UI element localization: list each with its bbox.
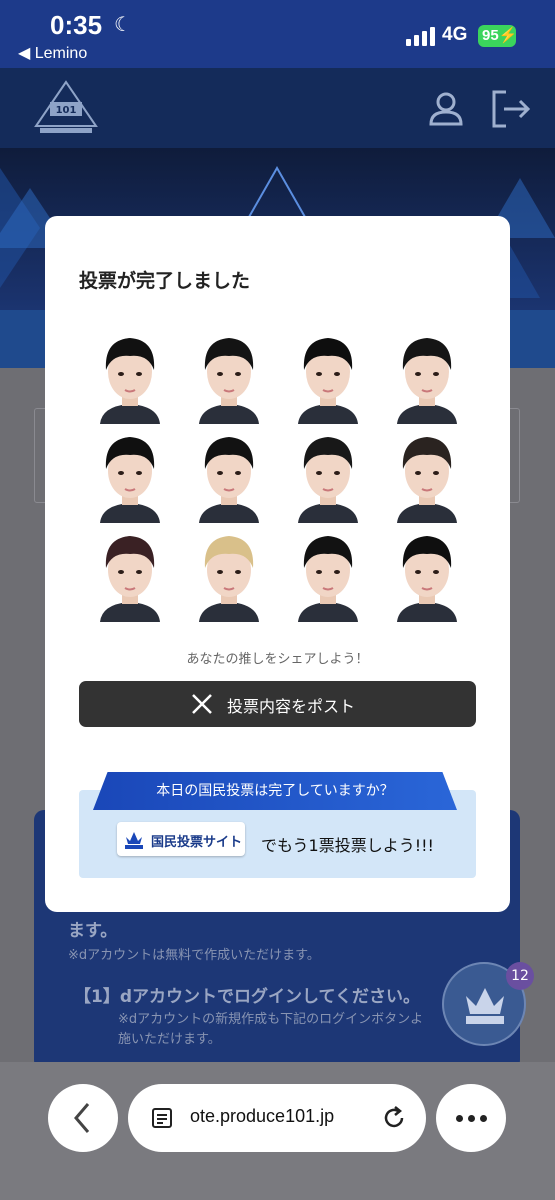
- trainee-photo: [90, 524, 170, 622]
- trainee-photo: [387, 425, 467, 523]
- browser-back-button[interactable]: [48, 1084, 118, 1152]
- ballot-box-icon: [125, 832, 143, 849]
- cta-text: でもう1票投票しよう!!!: [261, 836, 434, 855]
- user-icon[interactable]: [426, 90, 466, 130]
- info-text: ます。: [68, 921, 118, 941]
- trainee-photo: [387, 326, 467, 424]
- produce101-logo[interactable]: 101: [30, 80, 102, 138]
- trainee-photo: [387, 524, 467, 622]
- trainee-photo: [288, 425, 368, 523]
- trainee-photo: [189, 524, 269, 622]
- signal-icon: [406, 26, 436, 46]
- national-vote-site-button[interactable]: 国民投票サイト: [117, 822, 245, 856]
- modal-title: 投票が完了しました: [79, 270, 251, 292]
- more-options-button[interactable]: [436, 1084, 506, 1152]
- reload-icon[interactable]: [380, 1104, 408, 1132]
- cta-ribbon: 本日の国民投票は完了していますか？: [93, 772, 457, 810]
- svg-text:101: 101: [56, 105, 77, 116]
- info-note: ※dアカウントは無料で作成いただけます。: [68, 948, 320, 963]
- post-button-label: 投票内容をポスト: [227, 697, 356, 716]
- crown-ballot-icon: [466, 988, 504, 1024]
- trainee-photo: [189, 425, 269, 523]
- logout-icon[interactable]: [488, 88, 532, 130]
- network-type: 4G: [442, 24, 468, 45]
- trainee-photo: [189, 326, 269, 424]
- reader-mode-icon[interactable]: [150, 1106, 176, 1132]
- address-bar[interactable]: ote.produce101.jp: [128, 1084, 426, 1152]
- post-to-x-button[interactable]: 投票内容をポスト: [79, 681, 476, 727]
- fab-count-badge: 12: [506, 962, 534, 990]
- moon-icon: ☾: [114, 12, 132, 36]
- ellipsis-icon: [456, 1115, 492, 1122]
- share-prompt: あなたの推しをシェアしよう！: [186, 652, 369, 667]
- url-text: ote.produce101.jp: [190, 1106, 335, 1126]
- x-logo-icon: [192, 694, 212, 714]
- site-header: 101: [0, 68, 555, 148]
- site-button-label: 国民投票サイト: [151, 835, 243, 850]
- step1-heading: 【1】dアカウントでログインしてください。: [74, 987, 420, 1007]
- trainee-photo: [90, 425, 170, 523]
- trainee-photo: [288, 326, 368, 424]
- trainee-photo-grid: [90, 326, 474, 626]
- battery-indicator: 95⚡: [478, 25, 517, 47]
- vote-complete-modal: 投票が完了しました あなたの推しをシェアしよう！ 投票内容をポスト 本日の国民投…: [45, 216, 510, 912]
- chevron-left-icon: [74, 1103, 90, 1133]
- status-time: 0:35: [50, 10, 103, 40]
- status-bar: 0:35 ☾ ◀ Lemino 4G 95⚡: [0, 0, 555, 68]
- back-to-app-link[interactable]: ◀ Lemino: [18, 43, 87, 63]
- step1-note-cont: 施いただけます。: [118, 1032, 221, 1047]
- trainee-photo: [90, 326, 170, 424]
- trainee-photo: [288, 524, 368, 622]
